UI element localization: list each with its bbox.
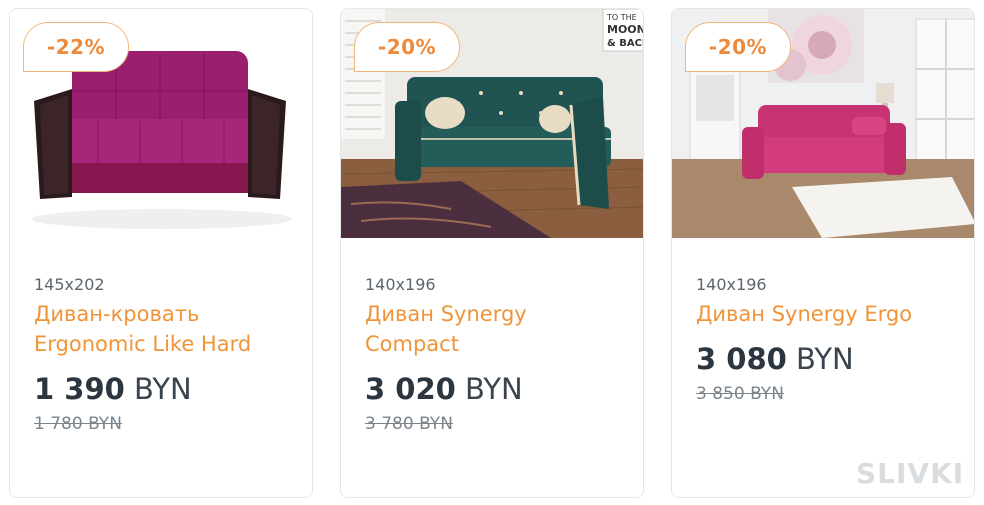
product-title[interactable]: Диван Synergy Ergo: [696, 299, 956, 329]
old-price: 3 780 BYN: [365, 414, 453, 434]
discount-badge: -22%: [23, 22, 129, 72]
product-card[interactable]: -22% 145x202 Диван-кровать Ergonomic Lik…: [9, 8, 313, 498]
product-title[interactable]: Диван-кровать Ergonomic Like Hard: [34, 299, 294, 359]
price-currency: BYN: [465, 372, 523, 406]
price-amount: 3 020: [365, 372, 456, 406]
price-amount: 3 080: [696, 342, 787, 376]
product-size: 140x196: [365, 275, 436, 294]
wall-sign-line: MOON: [607, 23, 644, 36]
wall-sign-line: TO THE: [606, 13, 637, 22]
product-price: 1 390 BYN: [34, 372, 192, 406]
price-currency: BYN: [134, 372, 192, 406]
discount-badge: -20%: [685, 22, 791, 72]
wall-sign-line: & BACK: [607, 38, 644, 49]
discount-badge: -20%: [354, 22, 460, 72]
product-size: 145x202: [34, 275, 105, 294]
old-price: 3 850 BYN: [696, 384, 784, 404]
product-price: 3 020 BYN: [365, 372, 523, 406]
wall-sign-image: TO THE MOON & BACK: [606, 13, 644, 49]
watermark-logo: SLIVKI: [856, 457, 965, 490]
product-title[interactable]: Диван Synergy Compact: [365, 299, 625, 359]
price-currency: BYN: [796, 342, 854, 376]
product-price: 3 080 BYN: [696, 342, 854, 376]
price-amount: 1 390: [34, 372, 125, 406]
old-price: 1 780 BYN: [34, 414, 122, 434]
product-card[interactable]: -20% TO THE MOON & BACK 140x196 Диван Sy…: [340, 8, 644, 498]
product-card[interactable]: -20% 140x196 Диван Synergy Ergo 3 080 BY…: [671, 8, 975, 498]
product-size: 140x196: [696, 275, 767, 294]
